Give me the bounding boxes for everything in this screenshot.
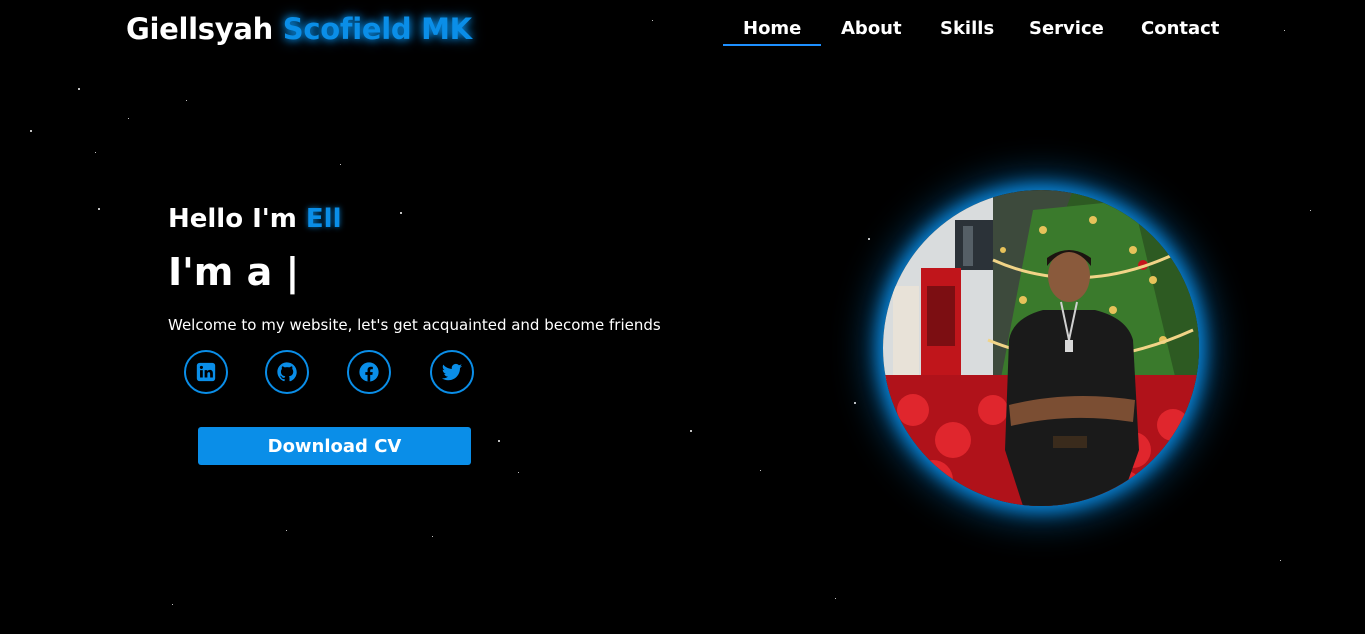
typing-role-text: I'm a |	[168, 250, 300, 294]
nav-home[interactable]: Home	[743, 18, 801, 39]
linkedin-icon	[196, 362, 216, 382]
linkedin-button[interactable]	[184, 350, 228, 394]
profile-photo-illustration	[883, 190, 1199, 506]
greeting-prefix: Hello I'm	[168, 204, 306, 234]
github-icon	[277, 362, 297, 382]
site-logo[interactable]: Giellsyah Scofield MK	[126, 12, 472, 46]
profile-photo	[883, 190, 1199, 506]
nav-skills[interactable]: Skills	[940, 18, 994, 39]
welcome-text: Welcome to my website, let's get acquain…	[168, 316, 661, 334]
nav-service[interactable]: Service	[1029, 18, 1104, 39]
logo-first-name: Giellsyah	[126, 12, 273, 46]
twitter-button[interactable]	[430, 350, 474, 394]
greeting-name: Ell	[305, 204, 342, 234]
nav-contact[interactable]: Contact	[1141, 18, 1219, 39]
twitter-icon	[441, 363, 463, 381]
nav-about[interactable]: About	[841, 18, 902, 39]
download-cv-button[interactable]: Download CV	[198, 427, 471, 465]
facebook-button[interactable]	[347, 350, 391, 394]
active-nav-indicator	[723, 44, 821, 46]
logo-accent-name: Scofield MK	[282, 12, 472, 46]
github-button[interactable]	[265, 350, 309, 394]
hero-greeting: Hello I'm Ell	[168, 204, 342, 234]
home-page: Giellsyah Scofield MK Home About Skills …	[0, 0, 1365, 634]
facebook-icon	[359, 362, 379, 382]
